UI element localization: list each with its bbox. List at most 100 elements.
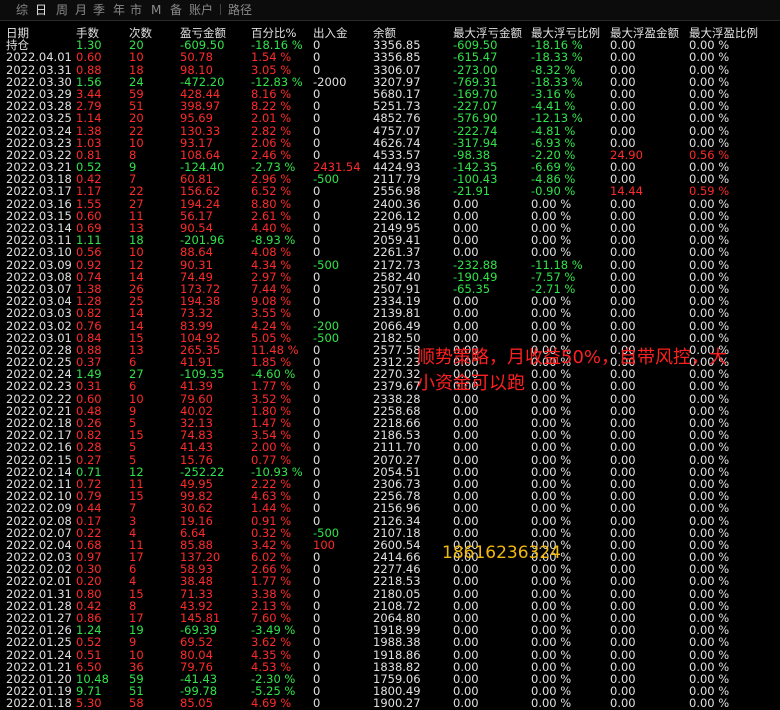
cell-pnl: 41.39: [180, 379, 213, 394]
cell-max-float-profit-pct: 0.00 %: [689, 62, 730, 77]
cell-pnl: 80.04: [180, 647, 213, 662]
cell-pnl: 79.60: [180, 391, 213, 406]
cell-pnl: 95.69: [180, 111, 213, 126]
cell-date: 2022.03.31: [6, 62, 72, 77]
table-row[interactable]: 2022.03.02 0.76 14 83.99 4.24 % -200 2066.49 0.…: [0, 318, 780, 333]
cell-max-float-loss: 0.00: [453, 318, 479, 333]
cell-max-float-loss: 0.00: [453, 501, 479, 516]
cell-max-float-profit: 0.00: [610, 50, 636, 65]
table-row[interactable]: 2022.02.01 0.20 4 38.48 1.77 % 0 2218.53 0.00 0.…: [0, 575, 780, 587]
table-row[interactable]: 2022.01.31 0.80 15 71.33 3.38 % 0 2180.05 0.00 0…: [0, 586, 780, 601]
cell-date: 2022.01.24: [6, 647, 72, 662]
cell-lots: 0.60: [76, 50, 102, 65]
cell-max-float-loss: -273.00: [453, 62, 498, 77]
cell-pct: 4.08 %: [251, 245, 292, 260]
cell-max-float-profit: 0.00: [610, 647, 636, 662]
cell-balance: 2379.67: [373, 379, 421, 394]
cell-count: 9: [129, 635, 137, 650]
cell-count: 27: [129, 196, 144, 211]
cell-date: 2022.02.01: [6, 574, 72, 589]
cell-count: 15: [129, 586, 144, 601]
cell-lots: 0.80: [76, 586, 102, 601]
cell-pct: 6.52 %: [251, 184, 292, 199]
cell-lots: 0.82: [76, 306, 102, 321]
table-row[interactable]: 2022.03.25 1.14 20 95.69 2.01 % 0 4852.76 -576.…: [0, 112, 780, 124]
table-row[interactable]: 2022.02.08 0.17 3 19.16 0.91 % 0 2126.34 0.00 0.…: [0, 513, 780, 528]
tab-9[interactable]: 账户: [189, 3, 213, 17]
cell-balance: 3356.85: [373, 50, 421, 65]
tab-7[interactable]: M: [151, 3, 161, 17]
cell-max-float-profit: 0.00: [610, 257, 636, 272]
table-row[interactable]: 2022.03.31 0.88 18 98.10 3.05 % 0 3306.07 -273.…: [0, 62, 780, 77]
cell-balance: 2126.34: [373, 513, 421, 528]
tab-0[interactable]: 综: [16, 3, 28, 17]
cell-pct: 1.44 %: [251, 501, 292, 516]
table-row[interactable]: 2022.03.09 0.92 12 90.31 4.34 % -500 2172.73 -2…: [0, 257, 780, 272]
table-row[interactable]: 2022.03.17 1.17 22 156.62 6.52 % 0 2556.98 -21.…: [0, 185, 780, 197]
cell-max-float-profit: 14.44: [610, 184, 643, 199]
table-row[interactable]: 2022.02.22 0.60 10 79.60 3.52 % 0 2338.28 0.00 0…: [0, 391, 780, 406]
table-row[interactable]: 2022.01.25 0.52 9 69.52 3.62 % 0 1988.38 0.00 0.…: [0, 636, 780, 648]
cell-max-float-profit-pct: 0.00 %: [689, 391, 730, 406]
cell-flow: 0: [313, 306, 321, 321]
cell-max-float-loss: -232.88: [453, 257, 498, 272]
cell-date: 2022.03.17: [6, 184, 72, 199]
tab-10[interactable]: 路径: [228, 3, 252, 17]
cell-balance: 2180.05: [373, 586, 421, 601]
tab-5[interactable]: 年: [113, 3, 125, 17]
cell-max-float-loss: 0.00: [453, 306, 479, 321]
cell-pnl: 15.76: [180, 452, 213, 467]
cell-flow: 0: [313, 379, 321, 394]
table-row[interactable]: 2022.04.01 0.60 10 50.78 1.54 % 0 3356.85 -615.…: [0, 51, 780, 63]
cell-pct: 4.35 %: [251, 647, 292, 662]
tab-4[interactable]: 季: [93, 3, 105, 17]
cell-max-float-loss-pct: -12.13 %: [531, 111, 583, 126]
tab-2[interactable]: 周: [56, 3, 68, 17]
period-tab-bar: 综日周月季年市 M 备账户 路径: [0, 0, 780, 21]
table-row[interactable]: 2022.03.16 1.55 27 194.24 8.80 % 0 2400.36 0.00…: [0, 196, 780, 211]
cell-balance: 2139.81: [373, 306, 421, 321]
cell-lots: 0.44: [76, 501, 102, 516]
cell-pnl: 30.62: [180, 501, 213, 516]
cell-lots: 0.76: [76, 318, 102, 333]
cell-pnl: 156.62: [180, 184, 221, 199]
tab-1[interactable]: 日: [35, 3, 47, 17]
cell-max-float-profit-pct: 0.00 %: [689, 513, 730, 528]
tab-6[interactable]: 市: [130, 3, 142, 17]
cell-max-float-profit-pct: 0.00 %: [689, 635, 730, 650]
cell-pnl: 98.10: [180, 62, 213, 77]
cell-flow: 0: [313, 440, 321, 455]
cell-pnl: 73.32: [180, 306, 213, 321]
tab-8[interactable]: 备: [170, 3, 182, 17]
tab-separator: [220, 4, 221, 15]
cell-max-float-profit-pct: 0.00 %: [689, 574, 730, 589]
table-row[interactable]: 2022.02.23 0.31 6 41.39 1.77 % 0 2379.67 0.00 0.…: [0, 380, 780, 392]
cell-date: 2022.03.02: [6, 318, 72, 333]
cell-balance: 1918.86: [373, 647, 421, 662]
cell-flow: 0: [313, 586, 321, 601]
table-row[interactable]: 2022.02.09 0.44 7 30.62 1.44 % 0 2156.96 0.00 0.…: [0, 502, 780, 514]
cell-date: 2022.01.25: [6, 635, 72, 650]
table-row[interactable]: 2022.02.15 0.27 5 15.76 0.77 % 0 2070.27 0.00 0.…: [0, 452, 780, 467]
cell-max-float-profit: 0.00: [610, 111, 636, 126]
tab-3[interactable]: 月: [75, 3, 87, 17]
cell-date: 2022.03.16: [6, 196, 72, 211]
cell-pct: 3.05 %: [251, 62, 292, 77]
cell-balance: 2070.27: [373, 452, 421, 467]
cell-pnl: 88.64: [180, 245, 213, 260]
table-row[interactable]: 2022.02.16 0.28 5 41.43 2.00 % 0 2111.70 0.00 0.…: [0, 441, 780, 453]
cell-lots: 0.88: [76, 62, 102, 77]
table-row[interactable]: 2022.03.24 1.38 22 130.33 2.82 % 0 4757.07 -222…: [0, 124, 780, 136]
cell-max-float-loss-pct: 0.00 %: [531, 306, 572, 321]
table-row[interactable]: 2022.01.24 0.51 10 80.04 4.35 % 0 1918.86 0.00 0…: [0, 647, 780, 662]
cell-date: 2022.03.25: [6, 111, 72, 126]
cell-max-float-profit: 0.00: [610, 379, 636, 394]
cell-flow: 0: [313, 452, 321, 467]
cell-count: 5: [129, 440, 137, 455]
cell-date: 2022.01.31: [6, 586, 72, 601]
cell-max-float-loss-pct: -0.90 %: [531, 184, 576, 199]
table-row[interactable]: 2022.03.03 0.82 14 73.32 3.55 % 0 2139.81 0.00 0…: [0, 307, 780, 319]
table-row[interactable]: 2022.03.10 0.56 10 88.64 4.08 % 0 2261.37 0.00 0…: [0, 246, 780, 258]
cell-pnl: 194.24: [180, 196, 221, 211]
cell-count: 12: [129, 257, 144, 272]
